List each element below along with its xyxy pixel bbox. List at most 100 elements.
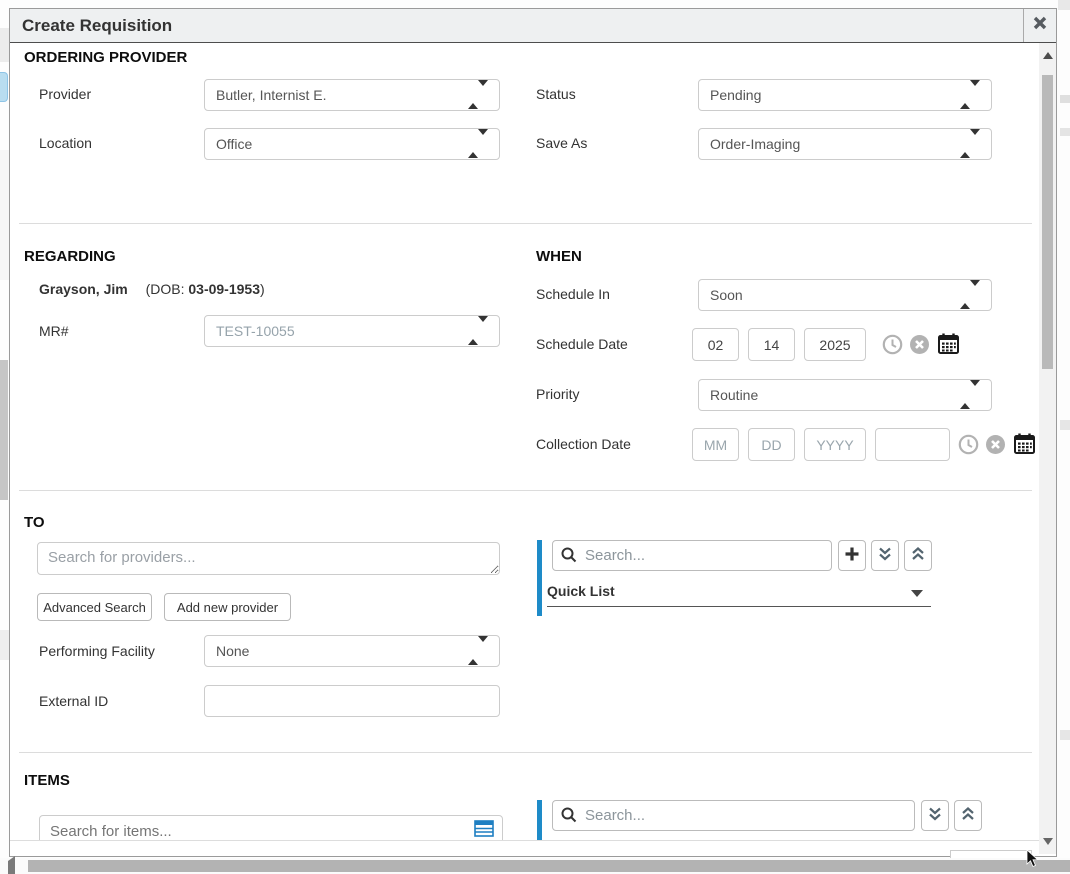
background-button-fragment	[0, 72, 8, 102]
add-new-provider-button[interactable]: Add new provider	[164, 593, 291, 621]
advanced-search-button[interactable]: Advanced Search	[37, 593, 152, 621]
mr-label: MR#	[39, 323, 69, 339]
collection-year-input[interactable]	[804, 428, 866, 461]
select-caret-icon	[468, 86, 488, 104]
select-caret-icon	[960, 286, 980, 304]
search-icon	[561, 547, 577, 568]
select-caret-icon	[960, 86, 980, 104]
items-collapse-all-button[interactable]	[954, 800, 982, 831]
regarding-heading: REGARDING	[24, 248, 116, 265]
scroll-down-arrow[interactable]	[1039, 833, 1056, 850]
close-button[interactable]	[1023, 9, 1056, 42]
collection-time-input[interactable]	[875, 428, 950, 461]
calendar-icon	[1013, 443, 1036, 458]
collection-clear-button[interactable]	[985, 434, 1006, 455]
select-caret-icon	[468, 322, 488, 340]
provider-select[interactable]: Butler, Internist E.	[204, 79, 500, 111]
section-divider	[19, 490, 1032, 491]
collection-time-button[interactable]	[958, 434, 979, 455]
schedule-year-input[interactable]	[804, 328, 866, 361]
chevron-double-down-icon	[877, 546, 893, 565]
item-search-input[interactable]	[39, 815, 503, 840]
items-accent-bar	[537, 800, 542, 840]
select-caret-icon	[468, 642, 488, 660]
patient-line: Grayson, Jim (DOB: 03-09-1953)	[39, 281, 265, 297]
status-select[interactable]: Pending	[698, 79, 992, 111]
schedule-date-label: Schedule Date	[536, 336, 628, 352]
status-select-value: Pending	[710, 87, 761, 103]
collapse-all-button[interactable]	[904, 540, 932, 571]
clear-circle-icon	[909, 343, 930, 358]
location-label: Location	[39, 135, 92, 151]
schedule-time-button[interactable]	[882, 334, 903, 355]
plus-icon	[844, 546, 860, 565]
provider-select-value: Butler, Internist E.	[216, 87, 327, 103]
schedule-in-select-value: Soon	[710, 287, 743, 303]
items-expand-all-button[interactable]	[921, 800, 949, 831]
to-heading: TO	[24, 514, 45, 531]
add-to-list-button[interactable]	[838, 540, 866, 571]
items-panel-search	[552, 800, 915, 831]
location-select[interactable]: Office	[204, 128, 500, 160]
scroll-up-arrow[interactable]	[1039, 47, 1056, 64]
schedule-in-select[interactable]: Soon	[698, 279, 992, 311]
scroll-left-arrow[interactable]	[8, 861, 15, 874]
background-page-fragment	[0, 630, 9, 660]
background-page-fragment	[1060, 420, 1070, 430]
chevron-double-up-icon	[960, 806, 976, 825]
performing-facility-select[interactable]: None	[204, 635, 500, 667]
section-divider	[19, 752, 1032, 753]
save-as-select-value: Order-Imaging	[710, 136, 800, 152]
items-heading: ITEMS	[24, 772, 70, 789]
expand-all-button[interactable]	[871, 540, 899, 571]
background-scrollbar-fragment	[0, 360, 8, 500]
patient-name: Grayson, Jim	[39, 281, 128, 297]
quick-list-label: Quick List	[547, 583, 615, 599]
dialog-title: Create Requisition	[22, 16, 172, 36]
items-panel-search-input[interactable]	[552, 800, 915, 831]
priority-label: Priority	[536, 386, 580, 402]
external-id-input[interactable]	[204, 685, 500, 717]
dialog-vertical-scrollbar[interactable]	[1039, 43, 1056, 854]
priority-select[interactable]: Routine	[698, 379, 992, 411]
page-horizontal-scrollbar[interactable]	[0, 858, 1070, 874]
clock-icon	[882, 343, 903, 358]
vertical-scroll-thumb[interactable]	[1042, 75, 1053, 369]
provider-search-textarea[interactable]	[37, 542, 500, 575]
background-page-fragment	[1058, 0, 1070, 10]
collection-date-label: Collection Date	[536, 436, 631, 452]
item-browse-button[interactable]	[474, 820, 494, 837]
priority-select-value: Routine	[710, 387, 758, 403]
table-icon	[474, 825, 494, 840]
caret-down-icon	[911, 590, 923, 597]
page: Create Requisition ORDERING PROVIDER Pro…	[0, 0, 1070, 874]
quick-list-accent-bar	[537, 540, 542, 616]
mr-select-value: TEST-10055	[216, 323, 295, 339]
item-search-clip	[39, 815, 503, 840]
close-icon	[1033, 16, 1047, 35]
schedule-calendar-button[interactable]	[937, 332, 960, 355]
section-divider	[19, 223, 1032, 224]
ordering-provider-heading: ORDERING PROVIDER	[24, 49, 187, 66]
background-page-fragment	[1060, 95, 1070, 103]
schedule-month-input[interactable]	[692, 328, 739, 361]
horizontal-scroll-thumb[interactable]	[28, 860, 1070, 872]
performing-facility-select-value: None	[216, 643, 249, 659]
mr-select[interactable]: TEST-10055	[204, 315, 500, 347]
background-page-fragment	[0, 150, 9, 280]
to-panel-search-input[interactable]	[552, 540, 832, 571]
collection-calendar-button[interactable]	[1013, 432, 1036, 455]
dialog-body: ORDERING PROVIDER Provider Butler, Inter…	[10, 43, 1056, 856]
collection-month-input[interactable]	[692, 428, 739, 461]
when-heading: WHEN	[536, 248, 582, 265]
schedule-clear-button[interactable]	[909, 334, 930, 355]
quick-list-header[interactable]: Quick List	[547, 583, 931, 607]
schedule-day-input[interactable]	[748, 328, 795, 361]
location-select-value: Office	[216, 136, 252, 152]
background-page-fragment	[1060, 128, 1070, 136]
external-id-label: External ID	[39, 693, 108, 709]
collection-day-input[interactable]	[748, 428, 795, 461]
performing-facility-label: Performing Facility	[39, 643, 155, 659]
schedule-in-label: Schedule In	[536, 286, 610, 302]
save-as-select[interactable]: Order-Imaging	[698, 128, 992, 160]
